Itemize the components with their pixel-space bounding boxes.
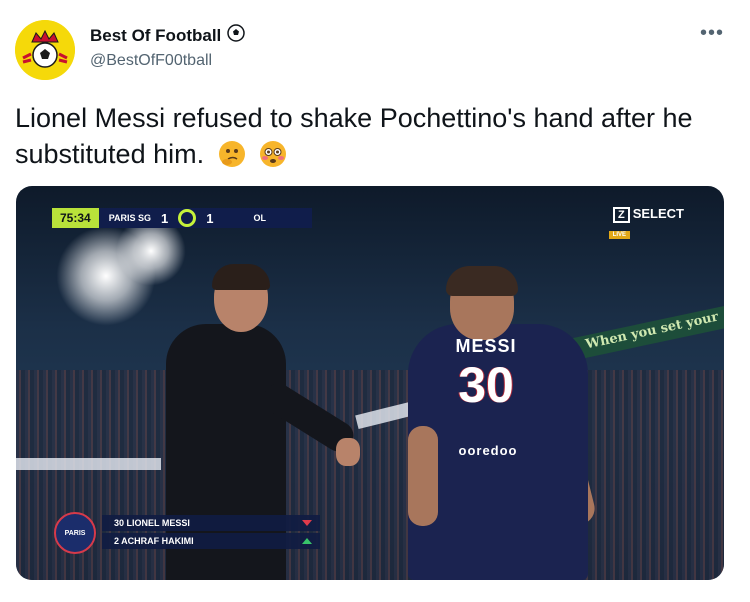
sub-in-row: 2 ACHRAF HAKIMI [102,533,320,549]
broadcaster-name: SELECT [632,206,684,221]
coach-hand [336,438,360,466]
sub-out-arrow-icon [302,520,312,526]
away-score: 1 [206,210,214,226]
soccer-ball-icon [227,24,246,47]
away-team: OL [253,213,267,223]
ad-board [16,458,161,470]
crown-ball-logo-icon [15,20,75,80]
author-avatar[interactable] [15,20,75,80]
author-block: Best Of Football @BestOfF00tball [90,24,246,71]
thinking-face-icon [218,140,246,168]
substitution-list: 30 LIONEL MESSI 2 ACHRAF HAKIMI [102,515,320,551]
sub-in-arrow-icon [302,538,312,544]
psg-crest-icon: PARIS [54,512,96,554]
jersey-number: 30 [458,357,514,413]
more-options-icon[interactable]: ••• [700,22,724,45]
tweet-media-image[interactable]: When you set your MESSI 30 ooredoo 75:34… [16,186,724,580]
flushed-face-icon [259,140,287,168]
tweet-text-block: Lionel Messi refused to shake Pochettino… [15,100,735,172]
sub-in-player: 2 ACHRAF HAKIMI [114,536,194,546]
player-hair [446,266,518,296]
jersey-sponsor: ooredoo [458,443,518,458]
scoreboard: 75:34 PARIS SG 1 1 OL [52,208,313,228]
sub-out-row: 30 LIONEL MESSI [102,515,320,531]
tweet-card: Best Of Football @BestOfF00tball ••• Lio… [0,0,750,602]
score-bar: PARIS SG 1 1 OL [98,208,313,228]
author-name-row[interactable]: Best Of Football [90,24,246,47]
author-name[interactable]: Best Of Football [90,26,221,46]
match-clock: 75:34 [52,208,99,228]
live-badge: LIVE [608,231,630,239]
jersey-name: MESSI [455,336,517,356]
home-score: 1 [161,210,169,226]
home-team: PARIS SG [108,213,152,223]
player-arm [408,426,438,526]
author-handle[interactable]: @BestOfF00tball [90,51,245,71]
tweet-text: Lionel Messi refused to shake Pochettino… [15,103,693,169]
broadcaster-z-icon: Z [612,207,630,223]
league-logo-icon [178,209,197,227]
sub-out-player: 30 LIONEL MESSI [114,518,190,528]
coach-hair [212,264,270,290]
broadcaster-logo: Z SELECT [612,206,684,223]
substitution-overlay: PARIS 30 LIONEL MESSI 2 ACHRAF HAKIMI [54,512,320,554]
